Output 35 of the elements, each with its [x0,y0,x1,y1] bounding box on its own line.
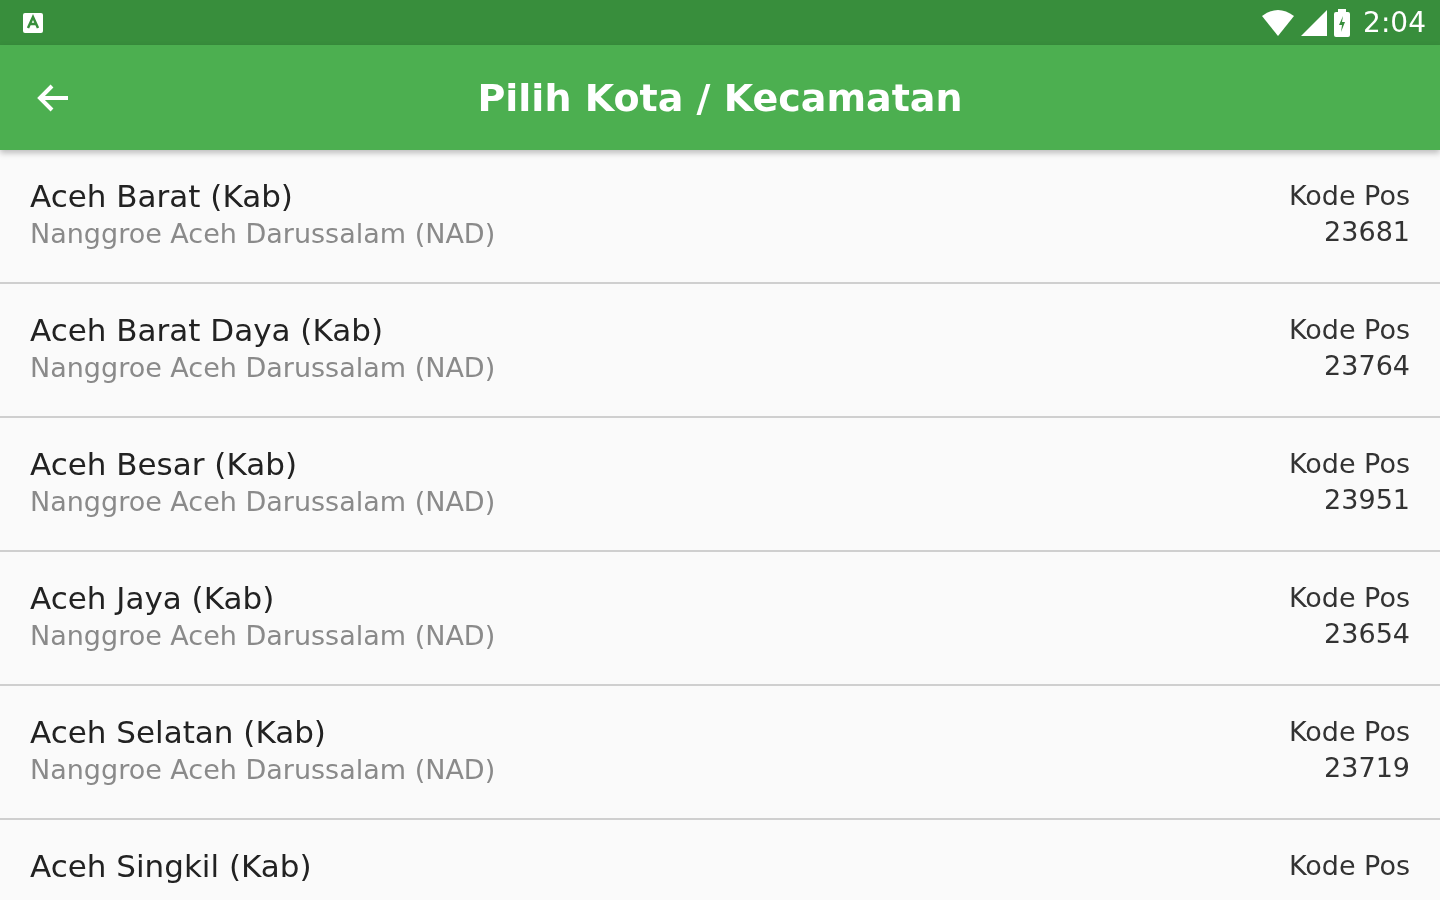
postal-code: 23951 [1324,483,1410,517]
province-name: Nanggroe Aceh Darussalam (NAD) [30,485,496,519]
city-name: Aceh Selatan (Kab) [30,713,326,752]
city-name: Aceh Barat Daya (Kab) [30,311,383,350]
clock-time: 2:04 [1363,6,1426,39]
app-notification-icon [22,11,44,34]
city-list-item[interactable]: Aceh Besar (Kab) Nanggroe Aceh Darussalam (NAD) Kode Pos 23951 [0,418,1440,552]
postal-code: 23764 [1324,349,1410,383]
postal-code-label: Kode Pos [1288,447,1410,481]
province-name: Nanggroe Aceh Darussalam (NAD) [30,351,496,385]
wifi-icon [1261,9,1296,36]
postal-code-label: Kode Pos [1288,715,1410,749]
city-list-item[interactable]: Aceh Barat Daya (Kab) Nanggroe Aceh Darussalam (NAD) Kode Pos 23764 [0,284,1440,418]
postal-code-label: Kode Pos [1288,581,1410,615]
city-name: Aceh Jaya (Kab) [30,579,275,618]
battery-icon [1333,8,1352,37]
postal-code: 23719 [1324,751,1410,785]
city-name: Aceh Singkil (Kab) [30,847,312,886]
city-list-item[interactable]: Aceh Singkil (Kab) Kode Pos [0,820,1440,900]
signal-icon [1301,9,1328,36]
postal-code: 23681 [1324,215,1410,249]
postal-code-label: Kode Pos [1288,179,1410,213]
city-name: Aceh Barat (Kab) [30,177,293,216]
city-list-item[interactable]: Aceh Selatan (Kab) Nanggroe Aceh Darussalam (NAD) Kode Pos 23719 [0,686,1440,820]
city-list-item[interactable]: Aceh Jaya (Kab) Nanggroe Aceh Darussalam (NAD) Kode Pos 23654 [0,552,1440,686]
province-name: Nanggroe Aceh Darussalam (NAD) [30,753,496,787]
back-button[interactable] [36,82,70,113]
province-name: Nanggroe Aceh Darussalam (NAD) [30,619,496,653]
screen-title: Pilih Kota / Kecamatan [477,75,963,120]
postal-code-label: Kode Pos [1288,313,1410,347]
city-list-item[interactable]: Aceh Barat (Kab) Nanggroe Aceh Darussalam (NAD) Kode Pos 23681 [0,150,1440,284]
city-name: Aceh Besar (Kab) [30,445,297,484]
province-name: Nanggroe Aceh Darussalam (NAD) [30,217,496,251]
postal-code-label: Kode Pos [1288,849,1410,883]
postal-code: 23654 [1324,617,1410,651]
